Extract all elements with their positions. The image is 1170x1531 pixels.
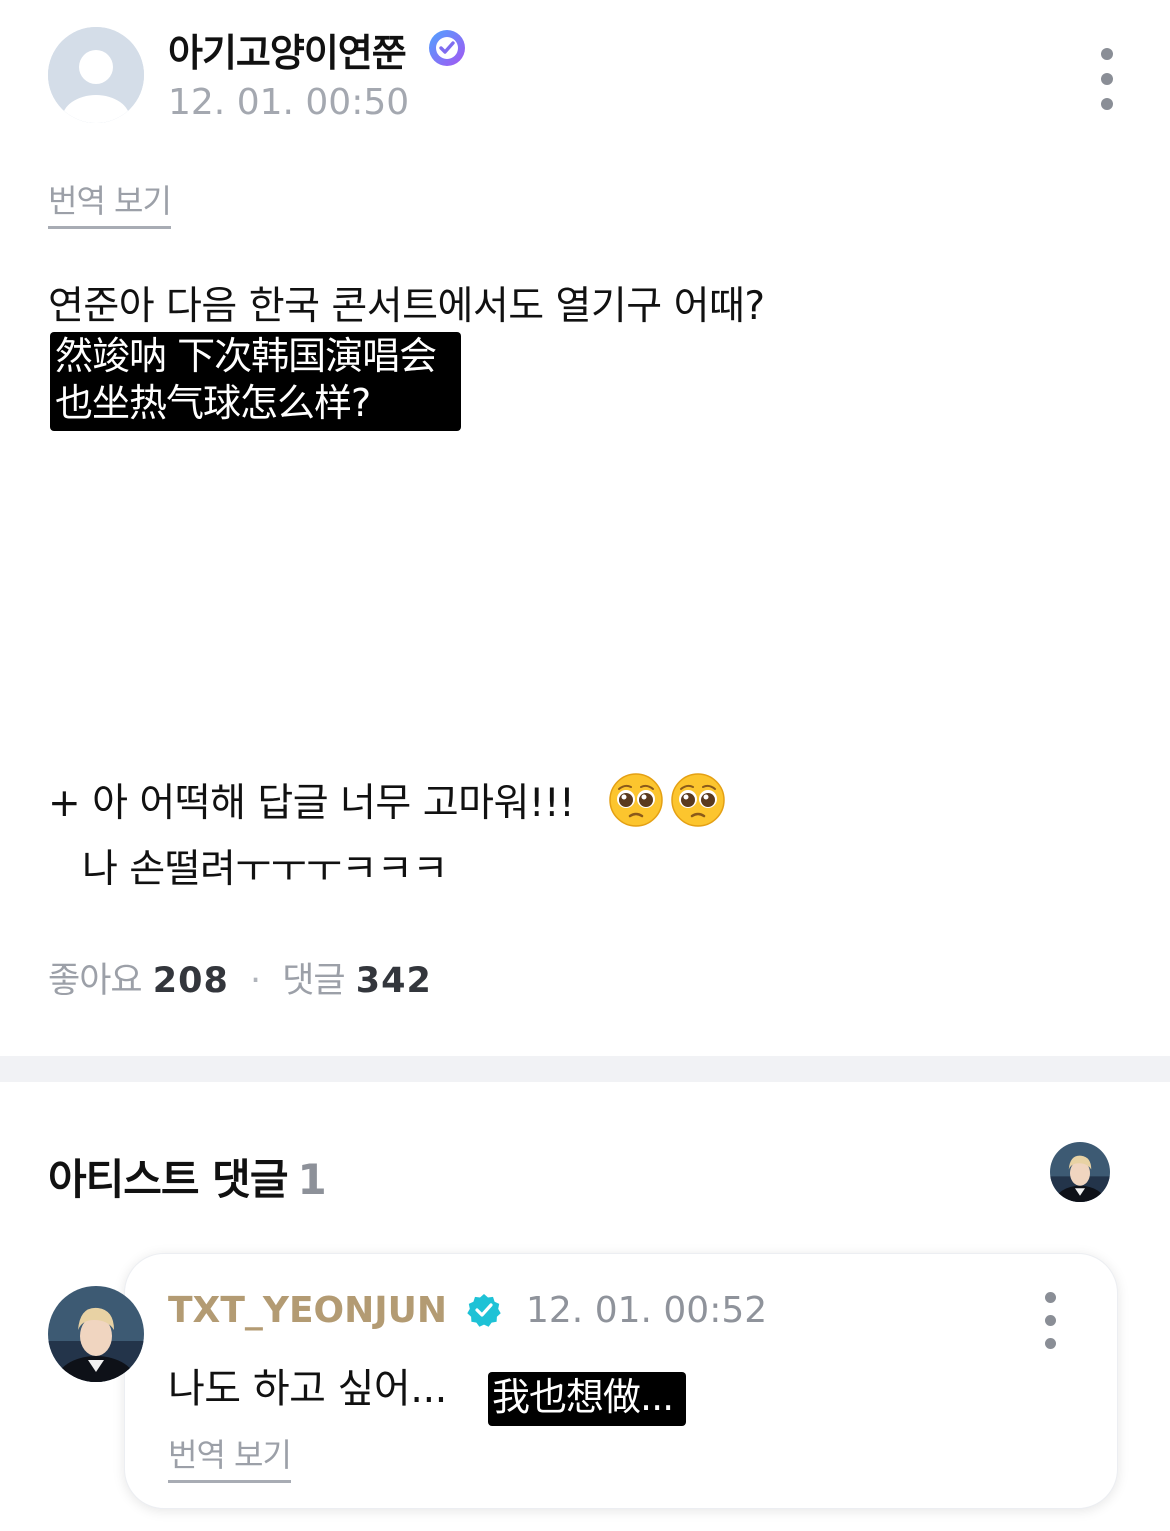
post-timestamp: 12. 01. 00:50: [168, 82, 410, 123]
comment-translation-caption: 我也想做...: [488, 1372, 686, 1426]
artist-comment-timestamp: 12. 01. 00:52: [526, 1290, 768, 1331]
artist-profile-photo-icon: [1050, 1142, 1110, 1202]
likes-label[interactable]: 좋아요: [48, 961, 143, 1001]
caption-line: 也坐热气球怎么样?: [55, 381, 371, 425]
comments-label[interactable]: 댓글: [282, 961, 345, 1001]
post-body-text: 연준아 다음 한국 콘서트에서도 열기구 어때?: [48, 284, 765, 329]
translation-caption: 然竣呐 下次韩国演唱会 也坐热气球怎么样?: [50, 332, 461, 431]
section-divider: [0, 1056, 1170, 1082]
artist-comment-author[interactable]: TXT_YEONJUN: [168, 1290, 447, 1331]
artist-comment-text: 나도 하고 싶어...: [168, 1366, 447, 1412]
caption-line: 然竣呐 下次韩国演唱会: [55, 334, 437, 378]
artist-avatar-small[interactable]: [1050, 1142, 1110, 1202]
likes-count[interactable]: 208: [153, 961, 229, 1001]
artist-profile-photo-icon: [48, 1286, 144, 1382]
stats-separator: ·: [249, 961, 262, 1001]
post-addendum-line: 나 손떨려ㅜㅜㅜㅋㅋㅋ: [82, 847, 448, 892]
post-more-options-icon[interactable]: [1097, 48, 1117, 123]
artist-comments-title: 아티스트 댓글: [48, 1155, 288, 1204]
verified-badge-icon: [429, 30, 465, 66]
comment-translate-link[interactable]: 번역 보기: [168, 1430, 292, 1483]
verified-badge-icon: [467, 1294, 501, 1327]
translate-link[interactable]: 번역 보기: [48, 176, 172, 229]
post-stats: 좋아요 208 · 댓글 342: [48, 952, 432, 1003]
artist-avatar[interactable]: [48, 1286, 144, 1382]
comment-more-options-icon[interactable]: [1040, 1292, 1060, 1361]
artist-comments-count: 1: [297, 1155, 326, 1204]
pleading-face-icon: [609, 773, 663, 827]
comments-count[interactable]: 342: [356, 961, 432, 1001]
author-avatar[interactable]: [48, 27, 144, 123]
pleading-face-icon: [671, 773, 725, 827]
artist-comments-heading: 아티스트 댓글 1: [48, 1146, 327, 1207]
post-author-name[interactable]: 아기고양이연쭌: [168, 22, 407, 77]
post-addendum-line: + 아 어떡해 답글 너무 고마워!!!: [48, 781, 575, 826]
default-user-icon: [48, 27, 144, 123]
